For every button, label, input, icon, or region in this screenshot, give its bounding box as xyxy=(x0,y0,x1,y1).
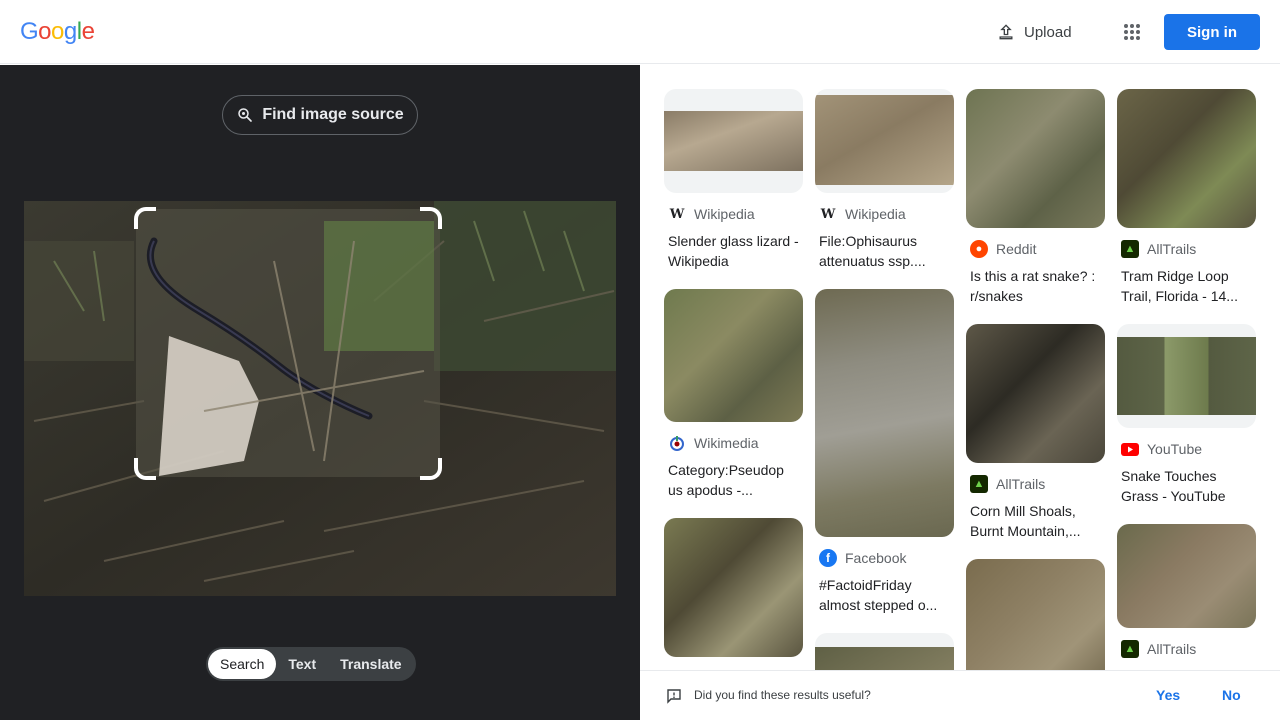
results-column-3: ● Reddit Is this a rat snake? : r/snakes… xyxy=(966,89,1105,670)
tab-search[interactable]: Search xyxy=(208,649,277,679)
result-title: Tram Ridge Loop Trail, Florida - 14... xyxy=(1121,268,1238,304)
result-thumbnail xyxy=(664,518,803,657)
wikipedia-icon: W xyxy=(669,206,685,222)
result-card[interactable]: ▲ AllTrails Corn Mill Shoals, Burnt Moun… xyxy=(966,324,1105,541)
upload-icon xyxy=(999,24,1013,40)
result-card[interactable] xyxy=(966,559,1105,670)
result-source: ● Reddit xyxy=(970,240,1105,258)
result-title: Corn Mill Shoals, Burnt Mountain,... xyxy=(970,503,1081,539)
results-column-2: W Wikipedia File:Ophisaurus attenuatus s… xyxy=(815,89,954,670)
lens-mode-tabs: Search Text Translate xyxy=(206,647,416,681)
result-card[interactable]: YouTube Snake Touches Grass - YouTube xyxy=(1117,324,1256,506)
upload-button[interactable]: Upload xyxy=(986,16,1082,48)
feedback-yes-button[interactable]: Yes xyxy=(1156,687,1180,703)
result-card[interactable]: ▲ AllTrails xyxy=(1117,524,1256,658)
tab-text[interactable]: Text xyxy=(276,649,328,679)
result-title: File:Ophisaurus attenuatus ssp.... xyxy=(819,233,926,269)
feedback-question: Did you find these results useful? xyxy=(694,688,871,702)
result-source-name: Wikimedia xyxy=(694,435,759,451)
result-title: #FactoidFriday almost stepped o... xyxy=(819,577,938,613)
result-thumbnail xyxy=(815,289,954,537)
apps-grid-button[interactable] xyxy=(1116,16,1148,48)
result-card[interactable]: Wikimedia Category:Pseudop us apodus -..… xyxy=(664,289,803,500)
result-thumbnail xyxy=(1117,524,1256,628)
sign-in-button[interactable]: Sign in xyxy=(1164,14,1260,50)
result-card[interactable]: f Facebook #FactoidFriday almost stepped… xyxy=(815,289,954,615)
result-title: Snake Touches Grass - YouTube xyxy=(1121,468,1226,504)
result-thumbnail xyxy=(966,89,1105,228)
result-source-name: Reddit xyxy=(996,241,1037,257)
result-title: Slender glass lizard - Wikipedia xyxy=(668,233,799,269)
crop-handle-top-left[interactable] xyxy=(134,207,156,229)
crop-selection[interactable] xyxy=(134,207,442,480)
result-card[interactable]: ● Reddit Is this a rat snake? : r/snakes xyxy=(966,89,1105,306)
crop-handle-top-right[interactable] xyxy=(420,207,442,229)
result-source: ▲ AllTrails xyxy=(970,475,1105,493)
apps-grid-icon xyxy=(1124,24,1140,40)
result-card[interactable] xyxy=(664,518,803,657)
result-source-name: YouTube xyxy=(1147,441,1203,457)
result-source: ▲ AllTrails xyxy=(1121,240,1256,258)
result-thumbnail xyxy=(966,559,1105,670)
results-column-4: ▲ AllTrails Tram Ridge Loop Trail, Flori… xyxy=(1117,89,1256,670)
facebook-icon: f xyxy=(819,549,837,567)
alltrails-icon: ▲ xyxy=(970,475,988,493)
tab-translate[interactable]: Translate xyxy=(328,649,413,679)
result-source-name: Wikipedia xyxy=(845,206,906,222)
result-source: f Facebook xyxy=(819,549,954,567)
top-header: Google Upload Sign in xyxy=(0,0,1280,64)
result-source: Wikimedia xyxy=(668,434,803,452)
logo-letter: o xyxy=(51,18,64,45)
logo-letter: o xyxy=(38,18,52,45)
youtube-icon xyxy=(1121,440,1139,458)
upload-label: Upload xyxy=(1024,23,1072,41)
result-source-name: AllTrails xyxy=(1147,241,1197,257)
result-thumbnail xyxy=(664,89,803,193)
crop-handle-bottom-left[interactable] xyxy=(134,458,156,480)
alltrails-icon: ▲ xyxy=(1121,240,1139,258)
result-card[interactable]: W Wikipedia Slender glass lizard - Wikip… xyxy=(664,89,803,271)
logo-letter: G xyxy=(20,18,39,45)
result-source-name: AllTrails xyxy=(1147,641,1197,657)
google-logo[interactable]: Google xyxy=(20,18,95,46)
results-column-1: W Wikipedia Slender glass lizard - Wikip… xyxy=(664,89,803,670)
result-thumbnail xyxy=(966,324,1105,463)
result-source: ▲ AllTrails xyxy=(1121,640,1256,658)
result-source-name: Facebook xyxy=(845,550,907,566)
lens-search-icon xyxy=(238,108,253,122)
query-image-panel: Find image source Search Text Translate xyxy=(0,65,640,720)
result-source-name: AllTrails xyxy=(996,476,1046,492)
logo-letter: g xyxy=(63,18,77,45)
result-source: YouTube xyxy=(1121,440,1256,458)
feedback-no-button[interactable]: No xyxy=(1222,687,1241,703)
logo-letter: e xyxy=(81,18,95,45)
result-thumbnail xyxy=(1117,324,1256,428)
result-title: Is this a rat snake? : r/snakes xyxy=(970,268,1096,304)
result-source: W Wikipedia xyxy=(668,205,803,223)
visual-matches-panel: W Wikipedia Slender glass lizard - Wikip… xyxy=(640,65,1280,670)
find-image-source-label: Find image source xyxy=(262,106,404,123)
reddit-icon: ● xyxy=(970,240,988,258)
result-card[interactable]: ▲ AllTrails Tram Ridge Loop Trail, Flori… xyxy=(1117,89,1256,306)
find-image-source-button[interactable]: Find image source xyxy=(222,95,418,135)
result-source-name: Wikipedia xyxy=(694,206,755,222)
result-thumbnail xyxy=(664,289,803,422)
result-thumbnail xyxy=(815,89,954,193)
result-card[interactable] xyxy=(815,633,954,670)
feedback-icon xyxy=(667,689,681,704)
wikimedia-icon xyxy=(668,434,686,452)
result-title: Category:Pseudop us apodus -... xyxy=(668,462,784,498)
alltrails-icon: ▲ xyxy=(1121,640,1139,658)
result-thumbnail xyxy=(815,633,954,670)
wikipedia-icon: W xyxy=(820,206,836,222)
result-thumbnail xyxy=(1117,89,1256,228)
feedback-bar: Did you find these results useful? Yes N… xyxy=(640,670,1280,720)
crop-handle-bottom-right[interactable] xyxy=(420,458,442,480)
result-source: W Wikipedia xyxy=(819,205,954,223)
result-card[interactable]: W Wikipedia File:Ophisaurus attenuatus s… xyxy=(815,89,954,271)
